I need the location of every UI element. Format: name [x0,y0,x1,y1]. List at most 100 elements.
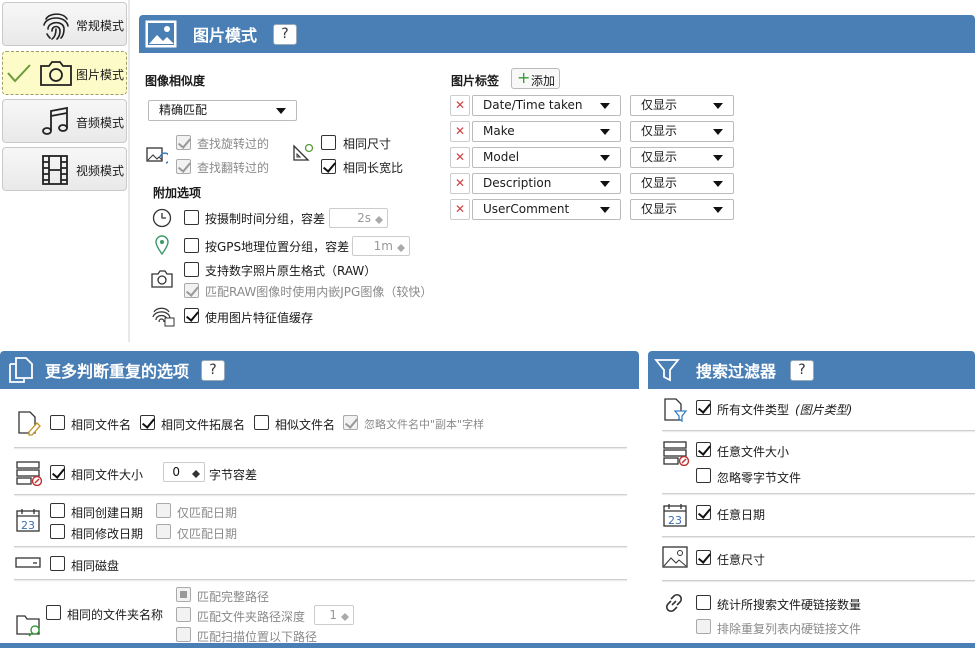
any-dimension-label: 任意尺寸 [717,553,766,567]
search-filter-title: 搜索过滤器 [696,362,777,381]
same-ext-label: 相同文件拓展名 [161,418,246,432]
tag-name-dropdown[interactable]: UserComment [472,199,621,220]
any-dimension-checkbox[interactable] [696,550,711,565]
size-tolerance-label: 字节容差 [209,468,258,482]
same-size-file-label: 相同文件大小 [71,468,144,482]
tag-name-dropdown[interactable]: Date/Time taken [472,95,621,116]
ignore-copy-checkbox[interactable] [343,415,358,430]
duplicate-options-title: 更多判断重复的选项 [45,362,190,381]
tab-picture-mode[interactable]: 图片模式 [2,51,127,95]
same-name-label: 相同文件名 [71,418,132,432]
same-size-file-checkbox[interactable] [50,465,65,480]
created-date-only-checkbox[interactable] [156,503,171,518]
tag-mode-dropdown[interactable]: 仅显示 [630,173,734,194]
size-tolerance-spinner[interactable]: 0 [163,462,205,482]
same-size-checkbox[interactable] [321,135,336,150]
flipped-checkbox[interactable] [176,159,191,174]
tab-label: 视频模式 [76,164,125,178]
tag-name-dropdown[interactable]: Description [472,173,621,194]
path-depth-radio[interactable] [176,607,191,622]
same-disk-checkbox[interactable] [50,556,65,571]
exclude-hardlinks-checkbox[interactable] [696,619,711,634]
tag-mode-dropdown[interactable]: 仅显示 [630,147,734,168]
full-path-radio[interactable] [176,587,191,602]
same-size-label: 相同尺寸 [343,137,392,151]
raw-checkbox[interactable] [184,262,199,277]
same-aspect-label: 相同长宽比 [343,161,404,175]
same-aspect-checkbox[interactable] [321,159,336,174]
same-modified-label: 相同修改日期 [71,527,144,541]
fingerprint-cache-icon [152,307,175,327]
created-date-only-label: 仅匹配日期 [177,506,238,520]
close-icon: ✕ [454,150,466,164]
tag-mode-dropdown[interactable]: 仅显示 [630,199,734,220]
file-filter-icon [664,398,688,423]
modified-date-only-label: 仅匹配日期 [177,527,238,541]
same-modified-checkbox[interactable] [50,524,65,539]
same-created-checkbox[interactable] [50,503,65,518]
tag-mode-dropdown[interactable]: 仅显示 [630,121,734,142]
calendar-icon: 23 [16,509,40,532]
similar-name-checkbox[interactable] [254,415,269,430]
same-ext-checkbox[interactable] [140,415,155,430]
path-depth-spinner[interactable]: 1 [314,605,354,625]
separator [662,536,975,537]
any-size-checkbox[interactable] [696,442,711,457]
same-folder-checkbox[interactable] [46,605,61,620]
tab-audio-mode[interactable]: 音频模式 [2,99,127,143]
tab-video-mode[interactable]: 视频模式 [2,147,127,191]
extra-options-label: 附加选项 [153,186,202,200]
close-icon: ✕ [454,124,466,138]
time-tolerance-spinner[interactable]: 2s [329,208,388,228]
tab-normal-mode[interactable]: 常规模式 [2,2,127,46]
tag-name-dropdown[interactable]: Make [472,121,621,142]
add-tag-button[interactable]: + 添加 [511,68,560,89]
rotated-checkbox[interactable] [176,135,191,150]
remove-tag-button[interactable]: ✕ [450,199,470,220]
same-name-checkbox[interactable] [50,415,65,430]
separator [662,493,975,494]
help-button[interactable]: ? [273,23,298,45]
all-file-types-checkbox[interactable] [696,400,711,415]
remove-tag-button[interactable]: ✕ [450,147,470,168]
close-icon: ✕ [454,98,466,112]
file-size-icon [663,441,690,466]
link-icon [665,593,683,613]
help-button[interactable]: ? [790,359,815,381]
checkmark-icon [7,64,31,83]
below-path-radio[interactable] [176,627,191,642]
help-button[interactable]: ? [201,359,226,381]
tag-name-dropdown[interactable]: Model [472,147,621,168]
modified-date-only-checkbox[interactable] [156,524,171,539]
similarity-dropdown[interactable]: 精确匹配 [148,100,297,121]
image-dimension-icon [662,546,688,568]
group-gps-checkbox[interactable] [184,238,199,253]
any-date-checkbox[interactable] [696,505,711,520]
rotated-label: 查找旋转过的 [197,137,270,151]
remove-tag-button[interactable]: ✕ [450,95,470,116]
folder-search-icon [16,615,40,637]
location-pin-icon [155,235,169,255]
separator [14,494,627,495]
remove-tag-button[interactable]: ✕ [450,173,470,194]
tag-mode-dropdown[interactable]: 仅显示 [630,95,734,116]
raw-jpg-label: 匹配RAW图像时使用内嵌JPG图像（较快） [205,285,433,299]
copy-files-icon [9,357,33,383]
remove-tag-button[interactable]: ✕ [450,121,470,142]
all-file-types-label: 所有文件类型 [717,403,790,417]
add-tag-label: 添加 [531,74,556,88]
count-hardlinks-checkbox[interactable] [696,595,711,610]
file-size-icon [16,461,43,486]
ignore-zero-checkbox[interactable] [696,468,711,483]
file-edit-icon [18,411,41,436]
group-time-checkbox[interactable] [184,210,199,225]
tab-label: 音频模式 [76,116,125,130]
feature-cache-checkbox[interactable] [184,308,199,323]
svg-text:23: 23 [21,519,35,532]
close-icon: ✕ [454,202,466,216]
gps-tolerance-spinner[interactable]: 1m [352,236,410,256]
any-size-label: 任意文件大小 [717,445,790,459]
fingerprint-icon [43,13,69,40]
search-filter-header: 搜索过滤器 ? [648,351,975,389]
raw-jpg-checkbox[interactable] [184,283,199,298]
